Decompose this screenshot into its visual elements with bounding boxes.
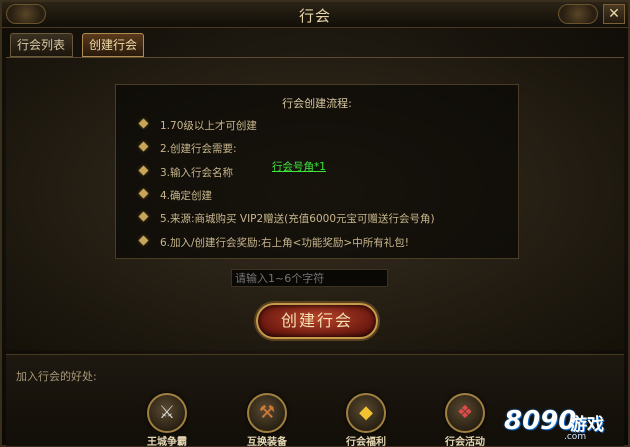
- guild-name-input[interactable]: [231, 269, 388, 287]
- guild-horn-link[interactable]: 行会号角*1: [272, 159, 326, 174]
- benefit-label: 行会福利: [346, 437, 386, 447]
- watermark-domain: .com: [564, 432, 587, 442]
- benefit-item[interactable]: ❖ 行会活动: [430, 393, 500, 447]
- tab-create-guild[interactable]: 创建行会: [82, 33, 144, 57]
- step-item: 5.来源:商城购买 VIP2赠送(充值6000元宝可赠送行会号角): [138, 211, 435, 225]
- benefits-section: 加入行会的好处: ⚔ 王城争霸 ⚒ 互换装备 ◆ 行会福利 ❖ 行会活动 809…: [6, 354, 624, 447]
- tab-guild-list[interactable]: 行会列表: [10, 33, 73, 57]
- title-bar: 行会 ✕: [2, 2, 628, 28]
- weapon-icon: ⚒: [247, 393, 287, 433]
- diamond-bullet-icon: [138, 165, 149, 176]
- benefits-heading: 加入行会的好处:: [16, 370, 97, 383]
- step-item: 1.70级以上才可创建: [138, 118, 257, 132]
- diamond-bullet-icon: [138, 211, 149, 222]
- diamond-bullet-icon: [138, 188, 149, 199]
- site-watermark-logo: 8090 游戏 .com: [504, 402, 622, 444]
- creation-info-panel: 行会创建流程: 1.70级以上才可创建 2.创建行会需要: 3.输入行会名称 行…: [115, 84, 519, 259]
- benefit-label: 王城争霸: [147, 437, 187, 447]
- benefit-label: 行会活动: [445, 437, 485, 447]
- treasure-pot-icon: ❖: [445, 393, 485, 433]
- close-icon: ✕: [608, 6, 620, 22]
- close-button[interactable]: ✕: [603, 4, 625, 24]
- step-text: 3.输入行会名称: [160, 167, 234, 179]
- step-item: 6.加入/创建行会奖励:右上角<功能奖励>中所有礼包!: [138, 235, 409, 249]
- benefit-item[interactable]: ⚒ 互换装备: [232, 393, 302, 447]
- step-text: 2.创建行会需要:: [160, 143, 237, 155]
- diamond-bullet-icon: [138, 118, 149, 129]
- benefit-item[interactable]: ◆ 行会福利: [331, 393, 401, 447]
- crossed-swords-icon: ⚔: [147, 393, 187, 433]
- guild-window: 行会 ✕ 行会列表 创建行会 行会创建流程: 1.70级以上才可创建 2.创建行…: [0, 0, 630, 447]
- benefit-label: 互换装备: [247, 437, 287, 447]
- step-text: 6.加入/创建行会奖励:右上角<功能奖励>中所有礼包!: [160, 237, 409, 249]
- diamond-bullet-icon: [138, 235, 149, 246]
- step-text: 5.来源:商城购买 VIP2赠送(充值6000元宝可赠送行会号角): [160, 213, 435, 225]
- title-ornament-right: [558, 4, 598, 24]
- gold-ingot-icon: ◆: [346, 393, 386, 433]
- create-guild-button[interactable]: 创建行会: [256, 303, 378, 339]
- benefit-item[interactable]: ⚔ 王城争霸: [132, 393, 202, 447]
- window-title: 行会: [298, 7, 331, 25]
- info-title: 行会创建流程:: [282, 97, 352, 110]
- step-text: 1.70级以上才可创建: [160, 120, 257, 132]
- step-text: 4.确定创建: [160, 190, 213, 202]
- step-item: 2.创建行会需要:: [138, 141, 237, 155]
- step-item: 4.确定创建: [138, 188, 213, 202]
- step-item: 3.输入行会名称: [138, 165, 234, 179]
- diamond-bullet-icon: [138, 141, 149, 152]
